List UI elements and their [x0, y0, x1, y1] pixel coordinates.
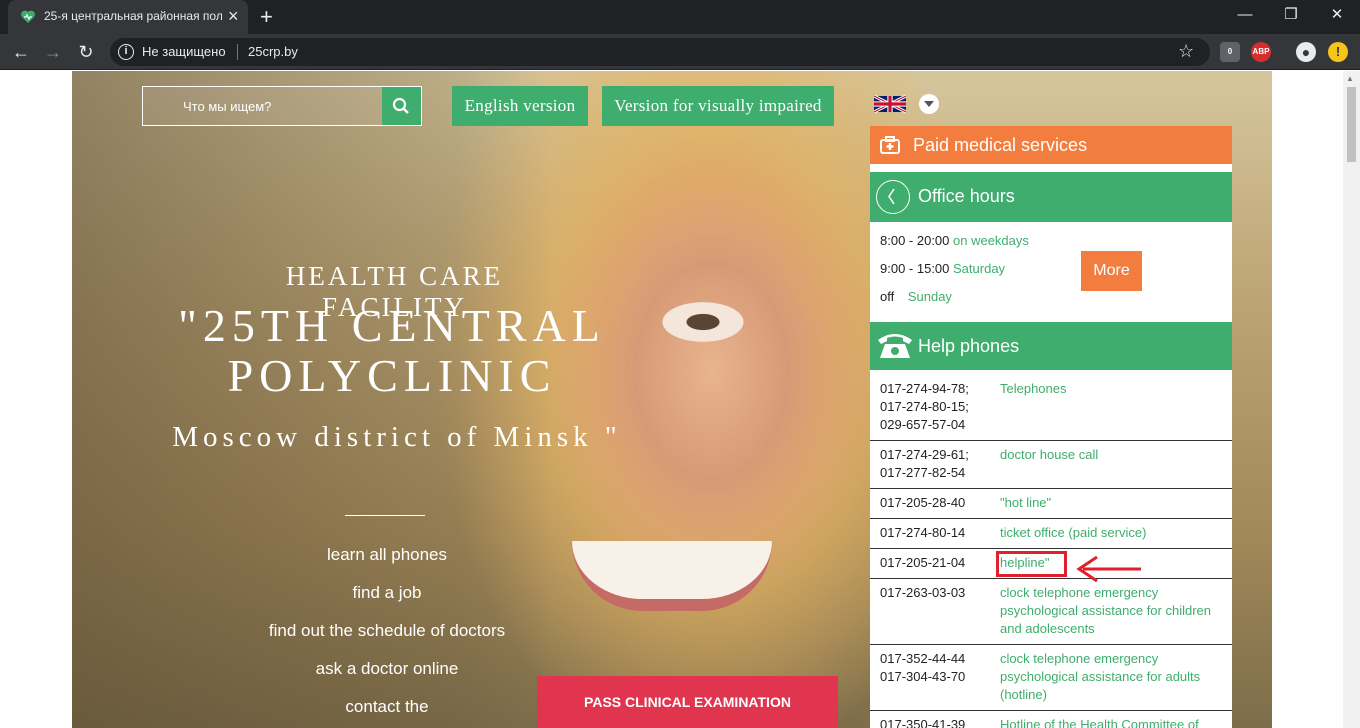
security-label[interactable]: Не защищено: [142, 44, 226, 59]
red-highlight-box: [996, 551, 1067, 577]
hours-day: Sunday: [907, 289, 952, 304]
bookmark-star-icon[interactable]: ☆: [1178, 41, 1194, 62]
phone-row-helpline: 017-205-21-04 helpline": [870, 549, 1232, 579]
more-hours-button[interactable]: More: [1081, 251, 1142, 291]
scroll-up-icon[interactable]: ▲: [1346, 74, 1354, 83]
hours-time: 9:00 - 15:00: [880, 261, 950, 276]
address-separator: [237, 44, 238, 60]
browser-tabstrip: 25-я центральная районная пол × + — ❐ ✕: [0, 0, 1360, 34]
search-button[interactable]: [382, 87, 421, 125]
uk-flag-icon[interactable]: [874, 94, 906, 114]
phone-row: 017-350-41-39 Hotline of the Health Comm…: [870, 711, 1232, 728]
link-ask-doctor[interactable]: ask a doctor online: [187, 659, 587, 679]
window-close-icon[interactable]: ✕: [1314, 4, 1360, 30]
phone-number: 017-352-44-44 017-304-43-70: [880, 651, 966, 684]
phone-row: 017-274-29-61; 017-277-82-54 doctor hous…: [870, 441, 1232, 489]
phone-row: 017-352-44-44 017-304-43-70 clock teleph…: [870, 645, 1232, 711]
phone-row: 017-274-80-14 ticket office (paid servic…: [870, 519, 1232, 549]
extension-shield-icon[interactable]: 0: [1220, 42, 1240, 62]
phone-desc[interactable]: Telephones: [1000, 380, 1232, 398]
adblock-icon[interactable]: ABP: [1251, 42, 1271, 62]
back-icon[interactable]: ←: [10, 41, 32, 63]
office-hours-title: Office hours: [918, 186, 1015, 206]
phone-number: 017-350-41-39: [880, 717, 966, 728]
hours-row-weekdays: 8:00 - 20:00 on weekdays: [880, 233, 1029, 248]
phone-desc[interactable]: clock telephone emergency psychological …: [1000, 650, 1232, 704]
search-input[interactable]: [143, 87, 383, 125]
medkit-icon: [880, 136, 900, 154]
hours-row-sunday: off Sunday: [880, 289, 952, 304]
link-learn-phones[interactable]: learn all phones: [187, 545, 587, 565]
help-phones-header: Help phones: [870, 322, 1232, 370]
hours-day: on weekdays: [953, 233, 1029, 248]
hero-photo-eye: [660, 301, 746, 343]
phone-number: 017-274-80-14: [880, 525, 966, 540]
browser-toolbar: ← → ↻ i Не защищено 25crp.by ☆ 0 ABP ● !: [0, 34, 1360, 70]
search-icon: [393, 97, 410, 114]
paid-services-bar[interactable]: Paid medical services: [870, 126, 1232, 164]
profile-icon[interactable]: ●: [1296, 42, 1316, 62]
new-tab-icon[interactable]: +: [260, 6, 273, 28]
update-warning-icon[interactable]: !: [1328, 42, 1348, 62]
link-contact[interactable]: contact the: [187, 697, 587, 717]
phone-desc[interactable]: Hotline of the Health Committee of: [1000, 716, 1232, 728]
phone-number: 017-274-94-78; 017-274-80-15; 029-657-57…: [880, 381, 969, 432]
scroll-thumb[interactable]: [1347, 87, 1356, 162]
phone-number: 017-205-28-40: [880, 495, 966, 510]
hours-time: 8:00 - 20:00: [880, 233, 950, 248]
hours-time: off: [880, 289, 895, 304]
page-scrollbar[interactable]: ▲: [1343, 71, 1360, 728]
phone-number: 017-274-29-61; 017-277-82-54: [880, 447, 969, 480]
link-find-job[interactable]: find a job: [187, 583, 587, 603]
hours-row-saturday: 9:00 - 15:00 Saturday: [880, 261, 1005, 276]
phone-desc[interactable]: clock telephone emergency psychological …: [1000, 584, 1232, 638]
language-dropdown-icon[interactable]: [919, 94, 939, 114]
phone-row: 017-205-28-40 "hot line": [870, 489, 1232, 519]
phone-row: 017-263-03-03 clock telephone emergency …: [870, 579, 1232, 645]
url-text[interactable]: 25crp.by: [248, 44, 298, 59]
hero-photo-smile: [572, 541, 772, 611]
address-bar[interactable]: i Не защищено 25crp.by ☆: [110, 38, 1210, 66]
phone-desc[interactable]: doctor house call: [1000, 446, 1232, 464]
phone-number: 017-263-03-03: [880, 585, 966, 600]
web-page: English version Version for visually imp…: [0, 71, 1360, 728]
hero-section: English version Version for visually imp…: [72, 71, 1272, 728]
link-doctor-schedule[interactable]: find out the schedule of doctors: [187, 621, 587, 641]
browser-tab[interactable]: 25-я центральная районная пол ×: [8, 0, 248, 34]
help-phones-title: Help phones: [918, 336, 1020, 356]
hours-day: Saturday: [953, 261, 1006, 276]
info-icon[interactable]: i: [118, 44, 134, 60]
telephone-icon: [878, 334, 912, 358]
site-search: [142, 86, 422, 126]
forward-icon[interactable]: →: [42, 41, 64, 63]
extension-badge: 0: [1227, 47, 1233, 56]
phone-number: 017-205-21-04: [880, 555, 966, 570]
hero-title-line2: "25TH CENTRAL POLYCLINIC: [178, 300, 606, 401]
tab-close-icon[interactable]: ×: [228, 7, 239, 25]
info-panel: Paid medical services Office hours 8:00 …: [870, 126, 1232, 728]
tab-title: 25-я центральная районная пол: [44, 9, 222, 23]
paid-services-label: Paid medical services: [913, 135, 1088, 155]
hero-divider: [345, 515, 425, 516]
office-hours-header: Office hours: [870, 172, 1232, 222]
clock-icon: [876, 180, 910, 214]
reload-icon[interactable]: ↻: [75, 41, 97, 63]
restore-icon[interactable]: ❐: [1268, 4, 1314, 30]
heart-favicon-icon: [21, 10, 35, 23]
minimize-icon[interactable]: —: [1222, 4, 1268, 30]
visually-impaired-button[interactable]: Version for visually impaired: [602, 86, 834, 126]
hero-title-line3: Moscow district of Minsk ": [172, 421, 622, 453]
phone-row: 017-274-94-78; 017-274-80-15; 029-657-57…: [870, 370, 1232, 441]
clinical-exam-button[interactable]: PASS CLINICAL EXAMINATION: [537, 676, 838, 728]
phone-desc[interactable]: "hot line": [1000, 494, 1232, 512]
english-version-button[interactable]: English version: [452, 86, 588, 126]
red-annotation-arrow-icon: [1076, 555, 1141, 583]
phone-desc[interactable]: ticket office (paid service): [1000, 524, 1232, 542]
